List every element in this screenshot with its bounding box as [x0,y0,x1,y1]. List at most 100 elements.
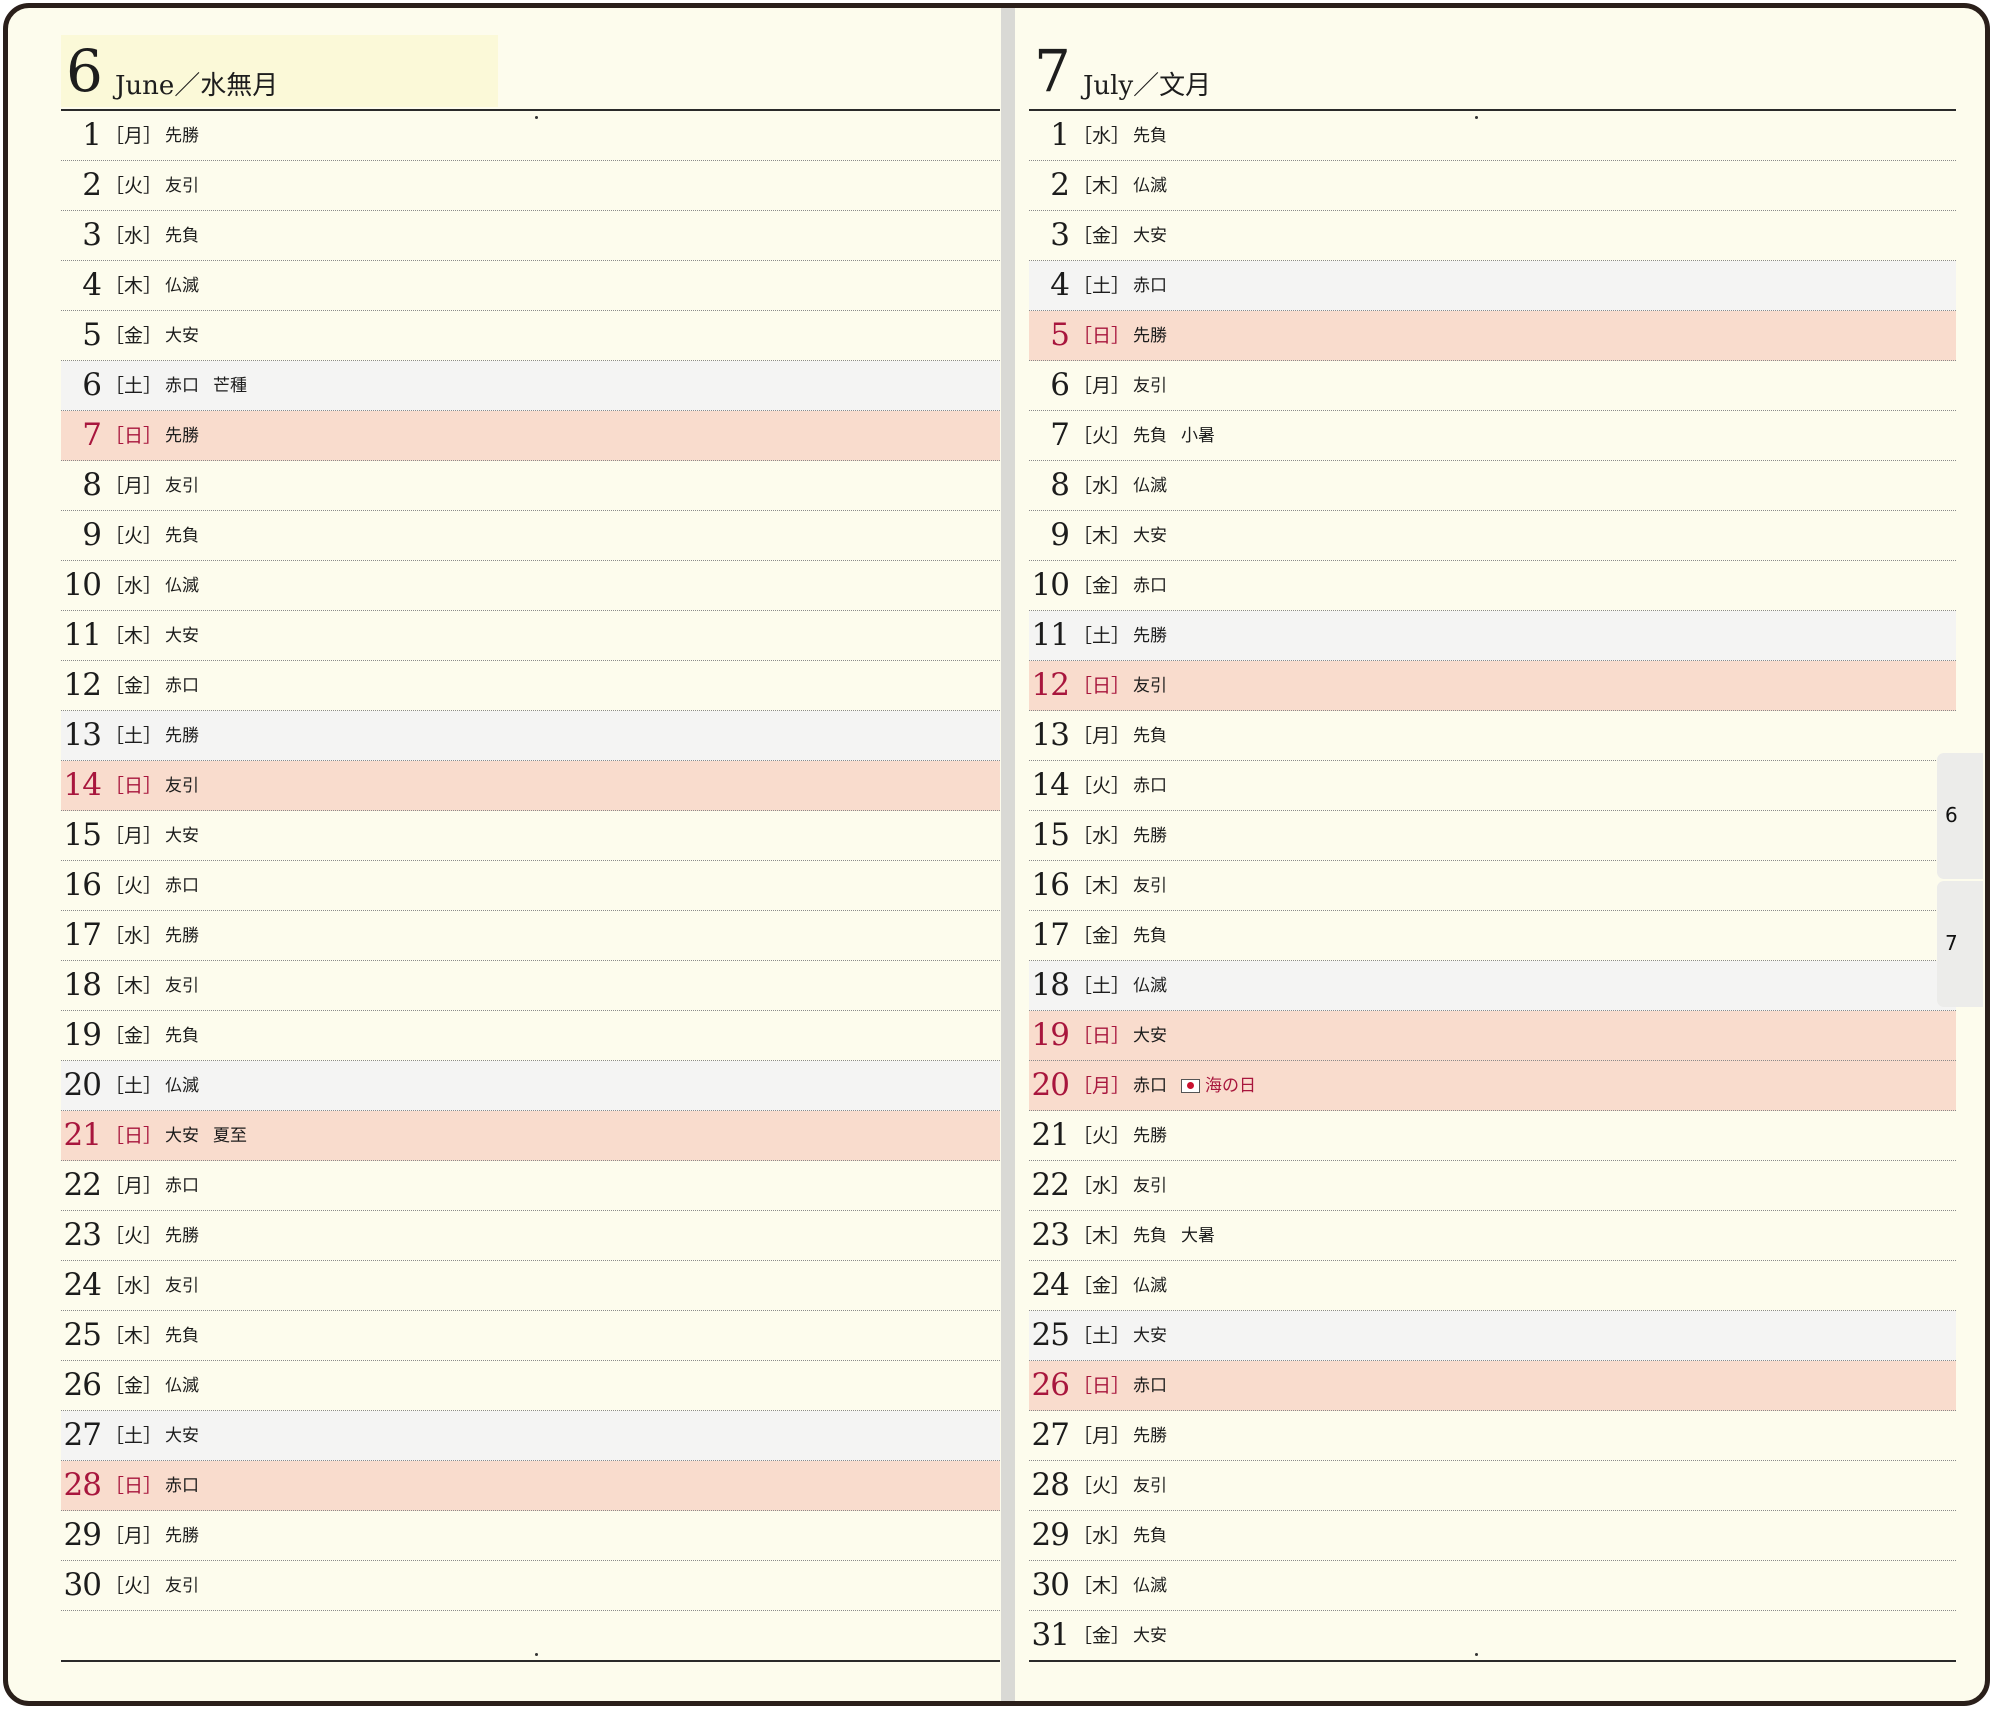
weekday-label: ［土］ [1073,975,1131,997]
day-row[interactable]: 29 ［月］ 先勝 [61,1511,1000,1561]
day-row[interactable]: 8 ［月］ 友引 [61,461,1000,511]
day-row[interactable]: 21 ［日］ 大安 夏至 [61,1111,1000,1161]
rokuyo-label: 赤口 [165,1476,199,1496]
date-number: 25 [63,1317,102,1353]
day-row[interactable]: 18 ［土］ 仏滅 [1029,961,1956,1011]
rokuyo-label: 仏滅 [1133,976,1167,996]
day-row[interactable]: 12 ［金］ 赤口 [61,661,1000,711]
day-row[interactable]: 15 ［月］ 大安 [61,811,1000,861]
day-row[interactable]: 8 ［水］ 仏滅 [1029,461,1956,511]
center-dot-mark [1475,1653,1478,1656]
rokuyo-label: 先勝 [165,926,199,946]
weekday-label: ［日］ [105,1125,163,1147]
day-row[interactable]: 2 ［木］ 仏滅 [1029,161,1956,211]
day-row[interactable]: 10 ［水］ 仏滅 [61,561,1000,611]
weekday-label: ［日］ [1073,1375,1131,1397]
day-row[interactable]: 11 ［木］ 大安 [61,611,1000,661]
day-row[interactable]: 5 ［日］ 先勝 [1029,311,1956,361]
day-row[interactable]: 26 ［金］ 仏滅 [61,1361,1000,1411]
day-row[interactable]: 19 ［金］ 先負 [61,1011,1000,1061]
day-row[interactable]: 25 ［木］ 先負 [61,1311,1000,1361]
day-row[interactable]: 11 ［土］ 先勝 [1029,611,1956,661]
day-row[interactable]: 28 ［火］ 友引 [1029,1461,1956,1511]
rokuyo-label: 友引 [1133,1476,1167,1496]
day-row[interactable]: 18 ［木］ 友引 [61,961,1000,1011]
rokuyo-label: 先勝 [1133,1126,1167,1146]
day-row[interactable]: 24 ［金］ 仏滅 [1029,1261,1956,1311]
day-row[interactable]: 30 ［木］ 仏滅 [1029,1561,1956,1611]
day-row[interactable]: 29 ［水］ 先負 [1029,1511,1956,1561]
day-row[interactable]: 17 ［金］ 先負 [1029,911,1956,961]
day-row[interactable]: 22 ［水］ 友引 [1029,1161,1956,1211]
day-row[interactable]: 20 ［土］ 仏滅 [61,1061,1000,1111]
day-row[interactable]: 6 ［月］ 友引 [1029,361,1956,411]
month-tab-7[interactable]: 7 [1937,881,1983,1007]
day-row[interactable]: 2 ［火］ 友引 [61,161,1000,211]
rokuyo-label: 友引 [165,1576,199,1596]
day-row[interactable]: 14 ［火］ 赤口 [1029,761,1956,811]
weekday-label: ［火］ [1073,1475,1131,1497]
rokuyo-label: 先負 [1133,726,1167,746]
day-row[interactable]: 19 ［日］ 大安 [1029,1011,1956,1061]
day-row[interactable]: 13 ［土］ 先勝 [61,711,1000,761]
weekday-label: ［火］ [105,175,163,197]
day-row[interactable]: 20 ［月］ 赤口 海の日 [1029,1061,1956,1111]
date-number: 15 [63,817,102,853]
day-row[interactable]: 12 ［日］ 友引 [1029,661,1956,711]
date-number: 7 [1050,417,1070,453]
weekday-label: ［金］ [1073,575,1131,597]
weekday-label: ［木］ [1073,875,1131,897]
day-row[interactable]: 5 ［金］ 大安 [61,311,1000,361]
date-number: 30 [63,1567,102,1603]
day-row[interactable]: 3 ［金］ 大安 [1029,211,1956,261]
month-tab-6[interactable]: 6 [1937,753,1983,879]
day-row[interactable]: 31 ［金］ 大安 [1029,1611,1956,1661]
day-row[interactable]: 4 ［木］ 仏滅 [61,261,1000,311]
day-row[interactable]: 27 ［土］ 大安 [61,1411,1000,1461]
day-row[interactable]: 7 ［日］ 先勝 [61,411,1000,461]
weekday-label: ［日］ [1073,1025,1131,1047]
day-row[interactable]: 17 ［水］ 先勝 [61,911,1000,961]
day-row[interactable]: 23 ［木］ 先負 大暑 [1029,1211,1956,1261]
date-number: 15 [1031,817,1070,853]
day-row[interactable]: 27 ［月］ 先勝 [1029,1411,1956,1461]
day-row[interactable]: 14 ［日］ 友引 [61,761,1000,811]
day-row[interactable]: 24 ［水］ 友引 [61,1261,1000,1311]
weekday-label: ［木］ [105,1325,163,1347]
rokuyo-label: 大安 [165,1126,199,1146]
day-row[interactable]: 25 ［土］ 大安 [1029,1311,1956,1361]
weekday-label: ［水］ [1073,125,1131,147]
rokuyo-label: 友引 [165,776,199,796]
rokuyo-label: 先負 [1133,1226,1167,1246]
day-row[interactable]: 7 ［火］ 先負 小暑 [1029,411,1956,461]
rokuyo-label: 先勝 [1133,326,1167,346]
day-row[interactable]: 6 ［土］ 赤口 芒種 [61,361,1000,411]
day-row[interactable]: 26 ［日］ 赤口 [1029,1361,1956,1411]
day-row[interactable]: 9 ［火］ 先負 [61,511,1000,561]
day-row[interactable]: 15 ［水］ 先勝 [1029,811,1956,861]
weekday-label: ［木］ [1073,525,1131,547]
day-row[interactable]: 4 ［土］ 赤口 [1029,261,1956,311]
day-row[interactable]: 1 ［月］ 先勝 [61,111,1000,161]
day-row[interactable]: 23 ［火］ 先勝 [61,1211,1000,1261]
day-row[interactable]: 1 ［水］ 先負 [1029,111,1956,161]
date-number: 29 [63,1517,102,1553]
day-row[interactable]: 9 ［木］ 大安 [1029,511,1956,561]
event-label: 小暑 [1181,425,1215,447]
weekday-label: ［日］ [105,775,163,797]
rokuyo-label: 赤口 [1133,576,1167,596]
date-number: 17 [63,917,102,953]
day-row[interactable]: 3 ［水］ 先負 [61,211,1000,261]
day-row[interactable]: 16 ［火］ 赤口 [61,861,1000,911]
day-row[interactable]: 22 ［月］ 赤口 [61,1161,1000,1211]
day-row[interactable]: 10 ［金］ 赤口 [1029,561,1956,611]
day-row[interactable]: 13 ［月］ 先負 [1029,711,1956,761]
rokuyo-label: 赤口 [1133,776,1167,796]
event-text: 大暑 [1181,1226,1215,1246]
day-row[interactable]: 21 ［火］ 先勝 [1029,1111,1956,1161]
rokuyo-label: 大安 [1133,226,1167,246]
book-spine [1001,8,1015,1701]
day-row[interactable]: 30 ［火］ 友引 [61,1561,1000,1611]
day-row[interactable]: 28 ［日］ 赤口 [61,1461,1000,1511]
day-row[interactable]: 16 ［木］ 友引 [1029,861,1956,911]
